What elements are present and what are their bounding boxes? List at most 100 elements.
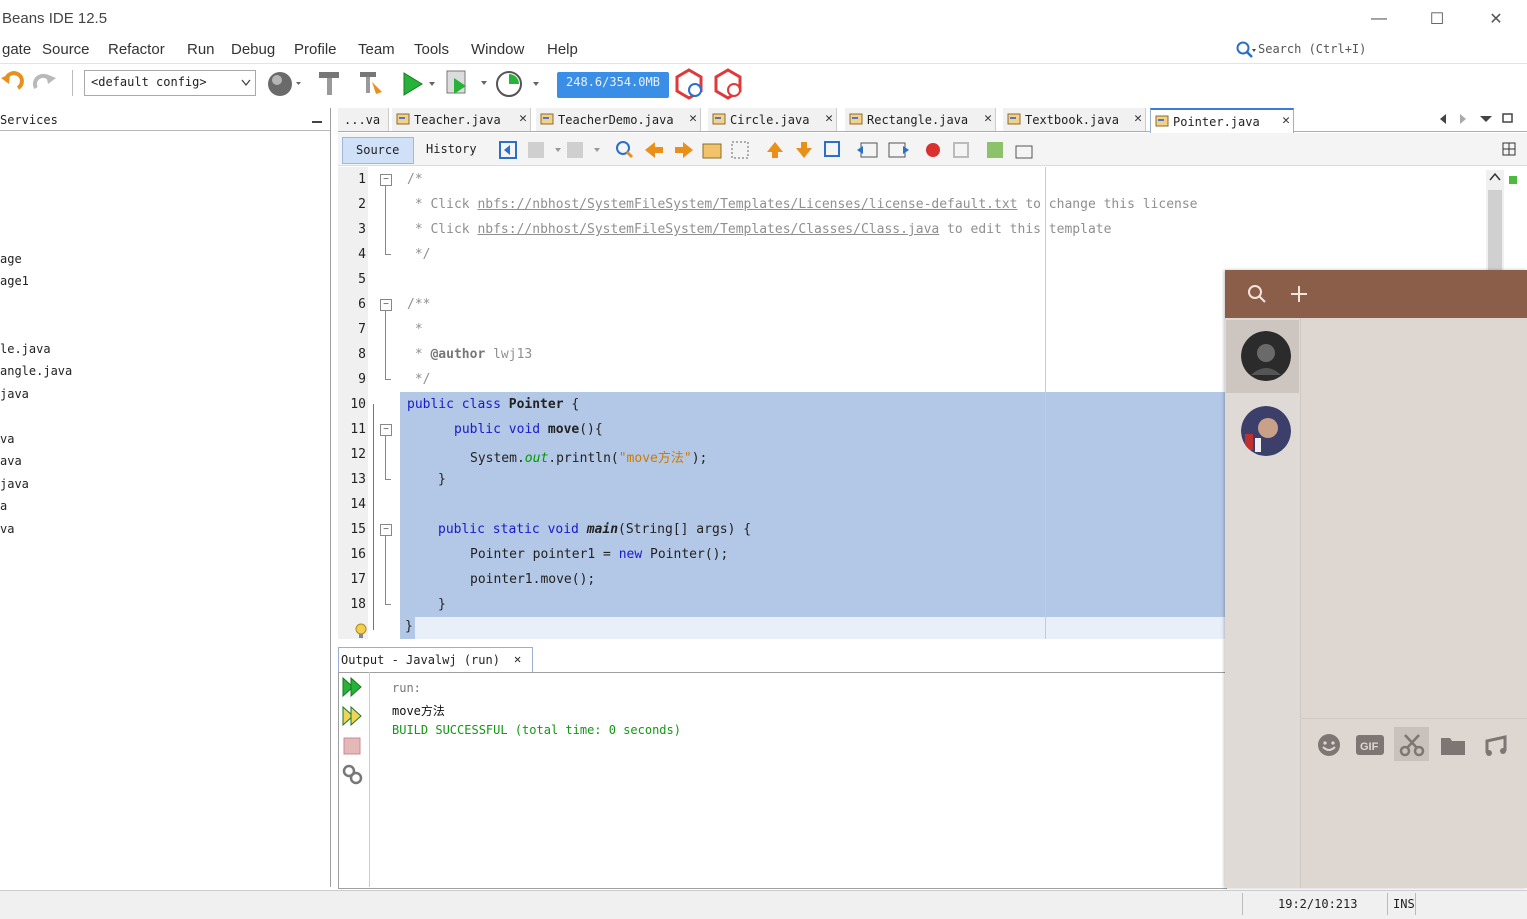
search-icon[interactable] xyxy=(1247,284,1267,304)
fold-toggle[interactable]: − xyxy=(380,299,392,311)
menu-navigate[interactable]: gate xyxy=(2,41,31,58)
scroll-up-icon[interactable] xyxy=(1489,172,1501,182)
tree-item[interactable]: java xyxy=(0,387,29,401)
close-tab-icon[interactable]: ✕ xyxy=(1134,111,1142,126)
fold-toggle[interactable]: − xyxy=(380,524,392,536)
snapshot-icon[interactable] xyxy=(712,68,744,100)
rerun-with-params-icon[interactable] xyxy=(341,705,363,727)
services-tab[interactable]: Services xyxy=(0,113,58,127)
menu-profile[interactable]: Profile xyxy=(294,41,337,58)
tab-truncated[interactable]: ...va xyxy=(338,108,389,131)
code-line: */ xyxy=(407,247,431,262)
fold-toggle[interactable]: − xyxy=(380,174,392,186)
line-number: 16 xyxy=(350,547,366,562)
rerun-icon[interactable] xyxy=(341,676,363,698)
stop-icon[interactable] xyxy=(341,735,363,757)
code-keyword: public class xyxy=(407,397,509,412)
close-tab-icon[interactable]: ✕ xyxy=(689,111,697,126)
tree-item[interactable]: va xyxy=(0,522,14,536)
tree-item[interactable]: age1 xyxy=(0,274,29,288)
tree-item[interactable]: angle.java xyxy=(0,364,72,378)
maximize-button[interactable]: ☐ xyxy=(1414,6,1460,32)
tree-item[interactable]: le.java xyxy=(0,342,51,356)
close-tab-icon[interactable]: ✕ xyxy=(519,111,527,126)
plus-icon[interactable] xyxy=(1289,284,1309,304)
tree-item[interactable]: age xyxy=(0,252,22,266)
code-line: * xyxy=(407,322,423,337)
settings-gear-icon[interactable] xyxy=(341,763,363,785)
minimize-panel-icon[interactable] xyxy=(312,121,322,123)
emoji-icon[interactable] xyxy=(1316,732,1342,758)
close-window-button[interactable]: ✕ xyxy=(1473,6,1519,32)
menu-refactor[interactable]: Refactor xyxy=(108,41,165,58)
folder-icon[interactable] xyxy=(1440,734,1466,756)
tab-textbook[interactable]: Textbook.java ✕ xyxy=(1003,108,1146,131)
chat-contact-list xyxy=(1225,318,1301,888)
toolbar-separator xyxy=(72,70,73,96)
tab-scroll-controls[interactable] xyxy=(1437,112,1517,126)
tree-item[interactable]: va xyxy=(0,432,14,446)
output-tab-label: Output - Javalwj (run) xyxy=(341,653,500,667)
minimize-button[interactable]: — xyxy=(1356,6,1402,32)
menu-window[interactable]: Window xyxy=(471,41,524,58)
code-line: public class Pointer { xyxy=(407,397,579,412)
editor-toolbar-icons[interactable] xyxy=(495,138,1035,162)
line-number: 13 xyxy=(350,472,366,487)
history-label: History xyxy=(426,142,477,156)
build-hammer-icon[interactable] xyxy=(316,68,344,98)
gif-icon[interactable]: GIF xyxy=(1355,733,1385,757)
search-icon xyxy=(1236,41,1256,58)
menu-run[interactable]: Run xyxy=(187,41,215,58)
menu-source[interactable]: Source xyxy=(42,41,90,58)
close-tab-icon[interactable]: ✕ xyxy=(825,111,833,126)
output-tab[interactable]: Output - Javalwj (run) ✕ xyxy=(338,647,533,673)
tab-circle[interactable]: Circle.java ✕ xyxy=(708,108,837,131)
fold-toggle[interactable]: − xyxy=(380,424,392,436)
split-editor-icon[interactable] xyxy=(1502,142,1516,156)
tree-item[interactable]: java xyxy=(0,477,29,491)
avatar[interactable] xyxy=(1241,331,1291,381)
menu-tools[interactable]: Tools xyxy=(414,41,449,58)
globe-icon[interactable] xyxy=(266,70,302,98)
avatar[interactable] xyxy=(1241,406,1291,456)
code-line: * @author lwj13 xyxy=(407,347,532,362)
lightbulb-icon[interactable] xyxy=(354,623,368,639)
tree-item[interactable]: ava xyxy=(0,454,22,468)
debug-icon[interactable] xyxy=(444,68,490,98)
find-next-icon xyxy=(675,142,693,158)
config-dropdown[interactable]: <default config> xyxy=(84,70,256,96)
caret-position[interactable]: 19:2/10:213 xyxy=(1278,897,1357,911)
history-view-button[interactable]: History xyxy=(416,137,486,162)
redo-icon[interactable] xyxy=(30,70,60,96)
template-link[interactable]: nbfs://nbhost/SystemFileSystem/Templates… xyxy=(477,222,939,237)
gc-profile-icon[interactable] xyxy=(673,68,705,100)
stop-macro-icon xyxy=(953,142,969,158)
tab-teacherdemo[interactable]: TeacherDemo.java ✕ xyxy=(536,108,701,131)
close-output-icon[interactable]: ✕ xyxy=(514,652,521,666)
profile-icon[interactable] xyxy=(494,68,542,98)
insert-mode[interactable]: INS xyxy=(1393,897,1415,911)
close-tab-icon[interactable]: ✕ xyxy=(984,111,992,126)
brace-guide xyxy=(373,404,374,630)
menu-team[interactable]: Team xyxy=(358,41,395,58)
license-link[interactable]: nbfs://nbhost/SystemFileSystem/Templates… xyxy=(477,197,1017,212)
tab-pointer[interactable]: Pointer.java ✕ xyxy=(1150,108,1294,133)
clean-build-icon[interactable] xyxy=(356,68,386,98)
line-number: 14 xyxy=(350,497,366,512)
tab-teacher[interactable]: Teacher.java ✕ xyxy=(392,108,531,131)
fold-guide-end xyxy=(385,479,391,480)
run-icon[interactable] xyxy=(400,70,440,98)
close-tab-icon[interactable]: ✕ xyxy=(1282,113,1290,128)
code-line: /* xyxy=(407,172,423,187)
source-view-button[interactable]: Source xyxy=(342,137,414,164)
memory-usage-button[interactable]: 248.6/354.0MB xyxy=(557,72,669,98)
menu-debug[interactable]: Debug xyxy=(231,41,275,58)
music-icon[interactable] xyxy=(1484,733,1510,757)
class-name: Pointer xyxy=(508,397,564,412)
undo-icon[interactable] xyxy=(0,70,24,96)
scrollbar-thumb[interactable] xyxy=(1488,190,1502,270)
scissors-icon[interactable] xyxy=(1399,732,1425,758)
tree-item[interactable]: a xyxy=(0,499,7,513)
menu-help[interactable]: Help xyxy=(547,41,578,58)
tab-rectangle[interactable]: Rectangle.java ✕ xyxy=(845,108,996,131)
